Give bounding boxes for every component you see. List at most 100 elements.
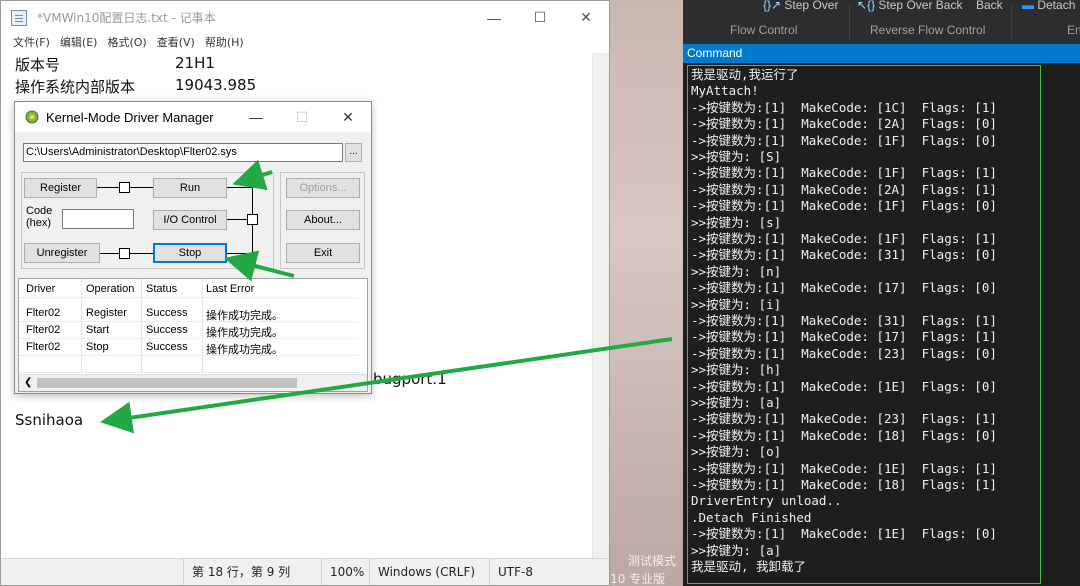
notepad-titlebar[interactable]: *VMWin10配置日志.txt - 记事本 — ☐ ✕: [1, 1, 609, 34]
menu-help[interactable]: 帮助(H): [205, 34, 244, 51]
group-end: En: [1067, 23, 1080, 37]
notepad-icon: [11, 9, 27, 26]
command-output-line: ->按键数为:[1] MakeCode: [18] Flags: [0]: [691, 427, 997, 443]
command-window-title[interactable]: Command: [683, 44, 1080, 63]
detach-button[interactable]: ▬ Detach: [1022, 0, 1075, 12]
command-output-line: ->按键数为:[1] MakeCode: [1F] Flags: [0]: [691, 198, 997, 214]
menu-edit[interactable]: 编辑(E): [60, 34, 98, 51]
notepad-title: *VMWin10配置日志.txt - 记事本: [37, 11, 216, 25]
run-button[interactable]: Run: [153, 178, 227, 198]
chevron-left-icon[interactable]: ❮: [24, 377, 32, 388]
command-output[interactable]: 我是驱动,我运行了 MyAttach! ->按键数为:[1] MakeCode: […: [683, 63, 1080, 586]
exit-button[interactable]: Exit: [286, 243, 360, 263]
detach-label: Detach: [1037, 0, 1076, 12]
driver-manager-titlebar[interactable]: Kernel-Mode Driver Manager — ☐ ✕: [15, 102, 371, 132]
code-label: Code: [26, 205, 53, 217]
back-button[interactable]: Back: [976, 0, 1003, 12]
command-output-line: ->按键数为:[1] MakeCode: [1F] Flags: [1]: [691, 165, 997, 181]
close-button[interactable]: ✕: [563, 1, 609, 34]
connector-line: [97, 187, 119, 188]
command-output-line: 我是驱动,我运行了: [691, 67, 799, 82]
menu-file[interactable]: 文件(F): [13, 34, 50, 51]
step-over-button[interactable]: {}↗ Step Over: [763, 0, 838, 12]
version-label: 版本号: [15, 56, 61, 74]
list-item: [19, 356, 359, 373]
stop-button[interactable]: Stop: [153, 243, 227, 263]
column-header-last-error[interactable]: Last Error: [206, 283, 254, 295]
debugger-panel: {}↗ Step Over ↖{} Step Over Back Back ▬ …: [683, 0, 1080, 586]
list-item[interactable]: Flter02 Register Success 操作成功完成。: [19, 305, 359, 322]
command-output-line: ->按键数为:[1] MakeCode: [17] Flags: [0]: [691, 280, 997, 296]
row-status: Success: [146, 324, 188, 336]
command-output-line: >>按键为: [a]: [691, 395, 782, 410]
version-value: 21H1: [175, 54, 215, 72]
column-header-status[interactable]: Status: [146, 283, 177, 295]
scrollbar-thumb[interactable]: [37, 378, 297, 388]
column-header-operation[interactable]: Operation: [86, 283, 134, 295]
connector-line: [130, 187, 153, 188]
close-button[interactable]: ✕: [325, 102, 371, 132]
options-button: Options...: [286, 178, 360, 198]
maximize-button[interactable]: ☐: [517, 1, 563, 34]
detach-icon: ▬: [1022, 0, 1034, 12]
step-over-icon: {}↗: [763, 0, 782, 12]
build-value: 19043.985: [175, 76, 257, 94]
connector-line: [227, 219, 247, 220]
command-output-line: ->按键数为:[1] MakeCode: [1E] Flags: [0]: [691, 378, 997, 394]
code-hex-input[interactable]: [62, 209, 134, 229]
list-item[interactable]: Flter02 Start Success 操作成功完成。: [19, 322, 359, 339]
command-output-line: 我是驱动, 我卸载了: [691, 559, 807, 574]
step-over-label: Step Over: [784, 0, 839, 12]
gear-icon: [24, 109, 40, 125]
command-output-line: ->按键数为:[1] MakeCode: [23] Flags: [1]: [691, 411, 997, 427]
register-button[interactable]: Register: [24, 178, 97, 198]
operation-log-list[interactable]: Driver Operation Status Last Error Flter…: [18, 278, 368, 392]
about-button[interactable]: About...: [286, 210, 360, 230]
command-output-line: >>按键为: [h]: [691, 362, 782, 378]
minimize-button[interactable]: —: [471, 1, 517, 34]
unregister-button[interactable]: Unregister: [24, 243, 100, 263]
step-over-back-icon: ↖{}: [857, 0, 876, 12]
command-output-line: DriverEntry unload..: [691, 493, 842, 509]
list-item[interactable]: Flter02 Stop Success 操作成功完成。: [19, 339, 359, 356]
zoom-level: 100%: [321, 559, 369, 585]
command-output-line: ->按键数为:[1] MakeCode: [2A] Flags: [0]: [691, 116, 997, 132]
minimize-button[interactable]: —: [233, 102, 279, 132]
row-error: 操作成功完成。: [206, 310, 283, 322]
command-output-line: ->按键数为:[1] MakeCode: [1C] Flags: [1]: [691, 99, 997, 115]
command-output-line: .Detach Finished: [691, 509, 812, 525]
command-output-line: ->按键数为:[1] MakeCode: [31] Flags: [0]: [691, 247, 997, 263]
notepad-vertical-scrollbar[interactable]: [592, 53, 609, 561]
list-header: Driver Operation Status Last Error: [19, 281, 359, 298]
command-output-line: ->按键数为:[1] MakeCode: [1E] Flags: [0]: [691, 526, 997, 542]
list-horizontal-scrollbar[interactable]: ❮: [19, 374, 367, 391]
typed-text: Ssnihaoa: [15, 411, 84, 429]
command-output-line: ->按键数为:[1] MakeCode: [2A] Flags: [1]: [691, 181, 997, 197]
io-control-button[interactable]: I/O Control: [153, 210, 227, 230]
menu-view[interactable]: 查看(V): [157, 34, 195, 51]
connector-box: [119, 248, 130, 259]
row-status: Success: [146, 307, 188, 319]
command-output-line: ->按键数为:[1] MakeCode: [1F] Flags: [0]: [691, 132, 997, 148]
command-output-line: ->按键数为:[1] MakeCode: [23] Flags: [0]: [691, 345, 997, 361]
row-status: Success: [146, 341, 188, 353]
connector-line: [100, 253, 119, 254]
connector-box: [119, 182, 130, 193]
step-over-back-button[interactable]: ↖{} Step Over Back: [857, 0, 962, 12]
command-output-line: ->按键数为:[1] MakeCode: [1E] Flags: [1]: [691, 460, 997, 476]
driver-path-input[interactable]: C:\Users\Administrator\Desktop\Flter02.s…: [23, 143, 343, 162]
command-output-line: >>按键为: [o]: [691, 444, 782, 460]
encoding: UTF-8: [489, 559, 607, 585]
row-driver: Flter02: [26, 307, 61, 319]
column-header-driver[interactable]: Driver: [26, 283, 55, 295]
row-operation: Stop: [86, 341, 109, 353]
debugger-toolbar: {}↗ Step Over ↖{} Step Over Back Back ▬ …: [683, 0, 1080, 44]
command-output-line: ->按键数为:[1] MakeCode: [18] Flags: [1]: [691, 477, 997, 492]
command-output-line: ->按键数为:[1] MakeCode: [17] Flags: [1]: [691, 329, 997, 345]
connector-line: [130, 253, 153, 254]
menu-format[interactable]: 格式(O): [107, 34, 146, 51]
command-output-line: >>按键为: [i]: [691, 296, 782, 312]
browse-button[interactable]: ...: [345, 143, 362, 162]
connector-box: [247, 214, 258, 225]
command-output-line: MyAttach!: [691, 83, 759, 99]
